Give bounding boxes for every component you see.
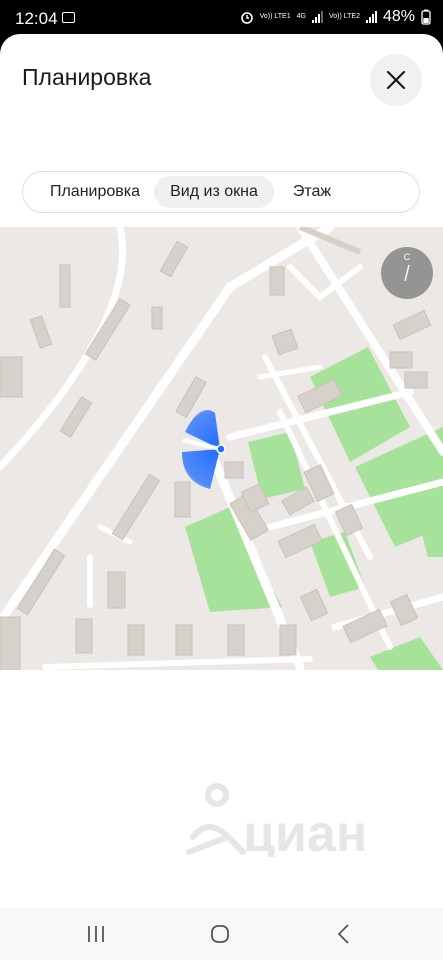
close-button[interactable]	[370, 54, 422, 106]
compass-icon	[404, 264, 410, 282]
cian-logo: циан	[183, 777, 383, 863]
recent-apps-button[interactable]	[84, 922, 108, 946]
system-nav-bar	[0, 908, 443, 960]
status-bar: 12:04 Vo)) LTE1 4G Vo)) LTE2 48%	[0, 0, 443, 36]
bottom-sheet: Планировка Планировка Вид из окна Этаж С…	[0, 34, 443, 908]
compass-north-label: С	[403, 252, 411, 262]
battery-icon	[421, 9, 431, 25]
map-canvas[interactable]	[0, 227, 443, 670]
map-view[interactable]: С	[0, 227, 443, 670]
status-time: 12:04	[15, 9, 58, 28]
compass-button[interactable]: С	[381, 247, 433, 299]
home-button[interactable]	[208, 922, 232, 946]
signal-icon-2	[365, 11, 377, 23]
signal-icon	[311, 11, 323, 23]
sim1-network-type: 4G	[296, 13, 306, 20]
building-marker	[216, 444, 226, 454]
logo-text: циан	[243, 805, 367, 857]
back-button[interactable]	[332, 922, 356, 946]
alarm-icon	[240, 12, 253, 24]
close-icon	[386, 70, 406, 90]
tab-floor[interactable]: Этаж	[279, 176, 345, 208]
gallery-icon	[62, 12, 75, 23]
tab-layout[interactable]: Планировка	[33, 176, 157, 208]
page-title: Планировка	[22, 64, 152, 90]
view-tabs: Планировка Вид из окна Этаж	[22, 171, 420, 213]
battery-level: 48%	[382, 8, 415, 25]
status-indicators: Vo)) LTE1 4G Vo)) LTE2 48%	[240, 8, 431, 26]
sim1-network-label: Vo)) LTE1	[259, 13, 291, 20]
sim2-network-label: Vo)) LTE2	[328, 13, 360, 20]
tab-window-view[interactable]: Вид из окна	[154, 176, 274, 208]
